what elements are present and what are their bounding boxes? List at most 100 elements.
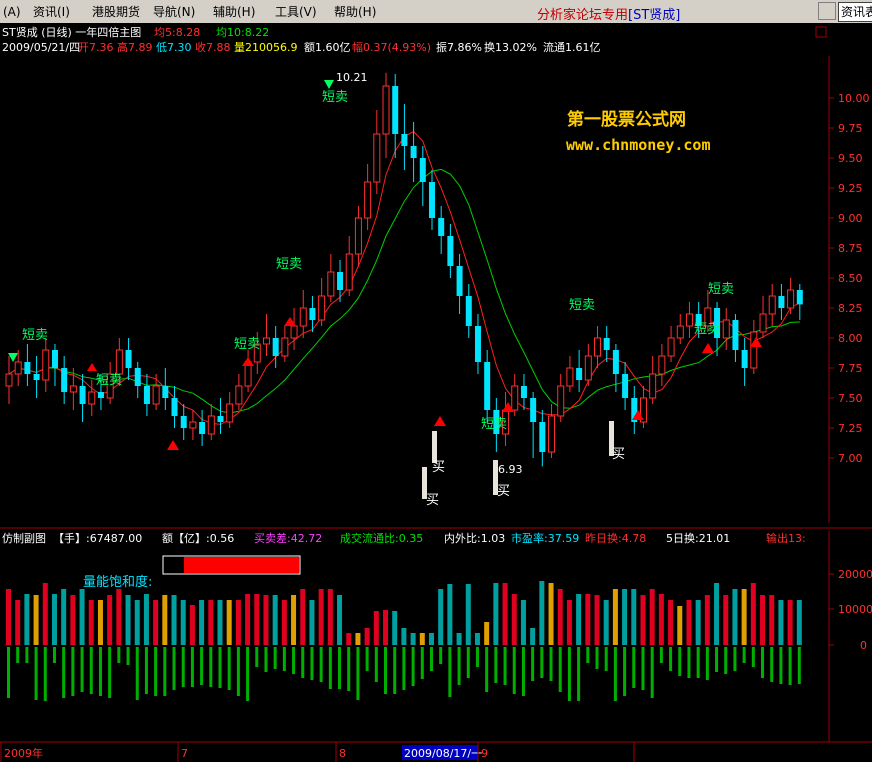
volume-bar bbox=[88, 600, 94, 645]
volume-bar bbox=[24, 594, 30, 645]
candle-body bbox=[189, 421, 197, 429]
header-turnover: 换13.02% bbox=[484, 40, 537, 54]
volume-bar bbox=[714, 583, 720, 645]
volume-bar bbox=[732, 589, 738, 645]
volume-bar bbox=[162, 595, 168, 645]
watermark-url: www.chnmoney.com bbox=[566, 136, 711, 154]
volume-bar bbox=[649, 589, 655, 645]
menu-item-a[interactable]: (A) bbox=[3, 4, 21, 20]
candle-body bbox=[566, 367, 574, 387]
sell-signal-3: 短卖 bbox=[234, 337, 260, 352]
volume-bar bbox=[474, 633, 480, 645]
menu-item-help[interactable]: 帮助(H) bbox=[334, 4, 376, 20]
menu-item-tools[interactable]: 工具(V) bbox=[275, 4, 317, 20]
volume-bar bbox=[245, 594, 251, 645]
volume-down-bar bbox=[797, 647, 801, 684]
volume-down-bar bbox=[558, 647, 562, 692]
volume-down-bar bbox=[181, 647, 185, 687]
volume-down-bar bbox=[98, 647, 102, 696]
candle-body bbox=[143, 386, 150, 404]
candle-body bbox=[97, 392, 104, 398]
volume-down-bar bbox=[613, 647, 617, 701]
price-tick-label: 7.25 bbox=[838, 422, 863, 435]
candle-body bbox=[530, 398, 537, 422]
volume-bar bbox=[760, 595, 766, 645]
volume-down-bar bbox=[328, 647, 332, 689]
candle-body bbox=[290, 325, 298, 339]
sub-pe: 市盈率:37.59 bbox=[511, 531, 579, 545]
price-tick-label: 10.00 bbox=[838, 92, 870, 105]
volume-bar bbox=[796, 600, 802, 645]
menu-item-info[interactable]: 资讯(I) bbox=[33, 4, 70, 20]
volume-down-bar bbox=[218, 647, 222, 688]
window-control-icon[interactable] bbox=[818, 2, 836, 20]
peak-price-label: 10.21 bbox=[336, 71, 368, 84]
volume-down-bar bbox=[586, 647, 590, 663]
candle-body bbox=[61, 368, 68, 392]
volume-bar bbox=[566, 600, 572, 645]
date-label-year: 2009年 bbox=[4, 746, 43, 760]
volume-down-bar bbox=[761, 647, 765, 678]
volume-bar bbox=[769, 595, 775, 645]
candle-body bbox=[217, 416, 224, 422]
date-label-aug: 8 bbox=[339, 747, 346, 760]
low-price-label: 6.93 bbox=[498, 463, 523, 476]
volume-down-bar bbox=[7, 647, 10, 698]
volume-down-bar bbox=[236, 647, 240, 696]
header-high: 高7.89 bbox=[117, 40, 153, 54]
volume-bar bbox=[235, 600, 241, 645]
candle-body bbox=[162, 386, 169, 398]
sell-signal-2: 短卖 bbox=[96, 373, 122, 388]
volume-down-bar bbox=[632, 647, 636, 688]
menu-item-navigate[interactable]: 导航(N) bbox=[153, 4, 195, 20]
price-tick-label: 7.50 bbox=[838, 392, 863, 405]
volume-bar bbox=[695, 600, 701, 645]
volume-bar bbox=[226, 600, 232, 645]
candle-body bbox=[447, 236, 454, 266]
volume-bar bbox=[484, 622, 490, 645]
volume-bar bbox=[612, 589, 618, 645]
volume-bar bbox=[640, 595, 646, 645]
volume-bar bbox=[217, 600, 223, 645]
candle-body bbox=[410, 146, 417, 158]
volume-down-bar bbox=[301, 647, 305, 678]
sub-5day-turn: 5日换:21.01 bbox=[666, 531, 730, 545]
price-tick-label: 7.75 bbox=[838, 362, 863, 375]
volume-down-bar bbox=[338, 647, 342, 689]
volume-down-bar bbox=[62, 647, 66, 698]
volume-down-bar bbox=[154, 647, 158, 696]
volume-down-bar bbox=[282, 647, 286, 671]
candle-body bbox=[5, 373, 13, 387]
sell-signal-4: 短卖 bbox=[276, 257, 302, 272]
candle-body bbox=[622, 374, 629, 398]
menu-item-hk-futures[interactable]: 港股期货 bbox=[92, 4, 140, 20]
stock-tag: [ST贤成] bbox=[628, 8, 681, 23]
volume-bar bbox=[107, 595, 113, 645]
sub-hand: 【手】:67487.00 bbox=[53, 531, 142, 545]
volume-bar bbox=[6, 589, 11, 645]
volume-bar bbox=[658, 594, 664, 645]
volume-down-bar bbox=[144, 647, 148, 694]
volume-down-bar bbox=[172, 647, 176, 690]
candle-body bbox=[392, 86, 399, 134]
volume-down-bar bbox=[540, 647, 544, 678]
volume-down-bar bbox=[246, 647, 250, 701]
volume-tick-label: 0 bbox=[860, 639, 867, 652]
volume-bar bbox=[180, 600, 186, 645]
volume-bar bbox=[419, 633, 425, 645]
buy-signal-4: 买 bbox=[612, 447, 625, 462]
header-date: 2009/05/21/四 bbox=[2, 41, 80, 54]
volume-down-bar bbox=[475, 647, 479, 667]
candle-body bbox=[649, 373, 657, 399]
sub-title: 仿制副图 bbox=[2, 532, 46, 545]
volume-down-bar bbox=[420, 647, 424, 679]
volume-bar bbox=[171, 595, 177, 645]
sell-signal-8: 短卖 bbox=[694, 322, 720, 337]
menu-item-assist[interactable]: 辅助(H) bbox=[213, 4, 255, 20]
info-table-button[interactable]: 资讯表 bbox=[838, 2, 872, 22]
volume-down-bar bbox=[687, 647, 691, 678]
sell-signal-9: 短卖 bbox=[708, 282, 734, 297]
volume-bar bbox=[603, 600, 609, 645]
volume-down-bar bbox=[788, 647, 792, 685]
header-amplitude: 振7.86% bbox=[436, 40, 482, 54]
